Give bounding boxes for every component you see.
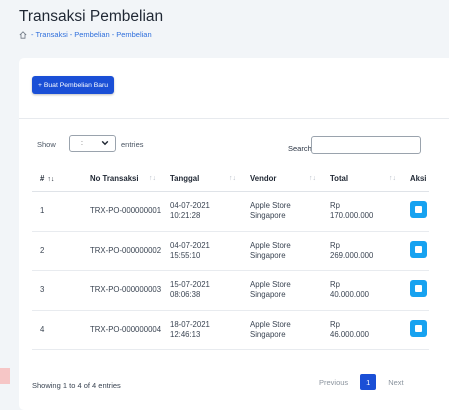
show-label: Show — [37, 140, 56, 149]
transaction-date: 15-07-2021 08:06:38 — [162, 270, 242, 311]
transaction-date: 04-07-2021 10:21:28 — [162, 191, 242, 232]
pagination: Previous 1 Next — [319, 374, 404, 390]
detail-action-button[interactable] — [410, 280, 427, 298]
table-row: 4 TRX-PO-000000004 18-07-2021 12:46:13 Ap… — [32, 310, 429, 350]
transaction-number: TRX-PO-000000004 — [82, 310, 162, 350]
breadcrumb: - Transaksi - Pembelian - Pembelian — [19, 30, 152, 39]
column-header-action[interactable]: Aksi ↑↓ — [402, 166, 429, 192]
left-edge-marker — [0, 368, 10, 384]
transactions-card: + Buat Pembelian Baru Show : entries Sea… — [19, 58, 449, 410]
table-header-row: # ↑↓ No Transaksi ↑↓ Tanggal ↑↓ Vendor ↑↓ To… — [32, 166, 429, 192]
table-info: Showing 1 to 4 of 4 entries — [32, 381, 121, 390]
square-icon — [415, 285, 422, 293]
breadcrumb-separator: - — [31, 30, 34, 39]
total-amount: Rp 269.000.000 — [322, 231, 402, 271]
search-input[interactable] — [311, 136, 421, 154]
square-icon — [415, 206, 422, 214]
detail-action-button[interactable] — [410, 319, 427, 337]
column-header-vendor[interactable]: Vendor ↑↓ — [242, 166, 322, 192]
previous-page-button[interactable]: Previous — [319, 378, 348, 387]
new-purchase-button[interactable]: + Buat Pembelian Baru — [32, 76, 115, 94]
page-1-button[interactable]: 1 — [360, 374, 377, 390]
detail-action-button[interactable] — [410, 240, 427, 258]
action-cell — [402, 231, 429, 271]
total-amount: Rp 40.000.000 — [322, 270, 402, 311]
table-row: 3 TRX-PO-000000003 15-07-2021 08:06:38 Ap… — [32, 270, 429, 311]
column-header-number[interactable]: # ↑↓ — [32, 166, 82, 192]
chevron-down-icon — [101, 140, 109, 146]
action-cell — [402, 310, 429, 350]
vendor-name: Apple Store Singapore — [242, 191, 322, 232]
breadcrumb-item-transaksi[interactable]: Transaksi — [36, 30, 68, 39]
transactions-table: # ↑↓ No Transaksi ↑↓ Tanggal ↑↓ Vendor ↑↓ To… — [32, 166, 429, 350]
transaction-date: 18-07-2021 12:46:13 — [162, 310, 242, 350]
card-toolbar: + Buat Pembelian Baru — [19, 58, 449, 119]
page-title: Transaksi Pembelian — [19, 8, 164, 25]
breadcrumb-separator: - — [111, 30, 115, 39]
entries-label: entries — [121, 140, 144, 149]
total-amount: Rp 170.000.000 — [322, 191, 402, 232]
transaction-date: 04-07-2021 15:55:10 — [162, 231, 242, 271]
breadcrumb-separator: - — [69, 30, 73, 39]
vendor-name: Apple Store Singapore — [242, 310, 322, 350]
column-header-total[interactable]: Total ↑↓ — [322, 166, 402, 192]
transaction-number: TRX-PO-000000003 — [82, 270, 162, 311]
column-header-transaction-no[interactable]: No Transaksi ↑↓ — [82, 166, 162, 192]
breadcrumb-item-pembelian[interactable]: Pembelian — [74, 30, 109, 39]
total-amount: Rp 46.000.000 — [322, 310, 402, 350]
vendor-name: Apple Store Singapore — [242, 270, 322, 311]
row-number: 1 — [32, 191, 82, 232]
entries-select[interactable]: : — [69, 135, 116, 152]
table-row: 1 TRX-PO-000000001 04-07-2021 10:21:28 Ap… — [32, 191, 429, 232]
search-label: Search: — [288, 144, 314, 153]
vendor-name: Apple Store Singapore — [242, 231, 322, 271]
row-number: 4 — [32, 310, 82, 350]
table-row: 2 TRX-PO-000000002 04-07-2021 15:55:10 Ap… — [32, 231, 429, 271]
detail-action-button[interactable] — [410, 201, 427, 219]
transaction-number: TRX-PO-000000001 — [82, 191, 162, 232]
breadcrumb-item-pembelian-current[interactable]: Pembelian — [116, 30, 151, 39]
row-number: 2 — [32, 231, 82, 271]
action-cell — [402, 270, 429, 311]
entries-select-value: : — [81, 140, 83, 147]
column-header-date[interactable]: Tanggal ↑↓ — [162, 166, 242, 192]
home-icon[interactable] — [19, 30, 27, 39]
transaction-number: TRX-PO-000000002 — [82, 231, 162, 271]
next-page-button[interactable]: Next — [388, 378, 403, 387]
row-number: 3 — [32, 270, 82, 311]
square-icon — [415, 324, 422, 332]
action-cell — [402, 191, 429, 232]
square-icon — [415, 245, 422, 253]
